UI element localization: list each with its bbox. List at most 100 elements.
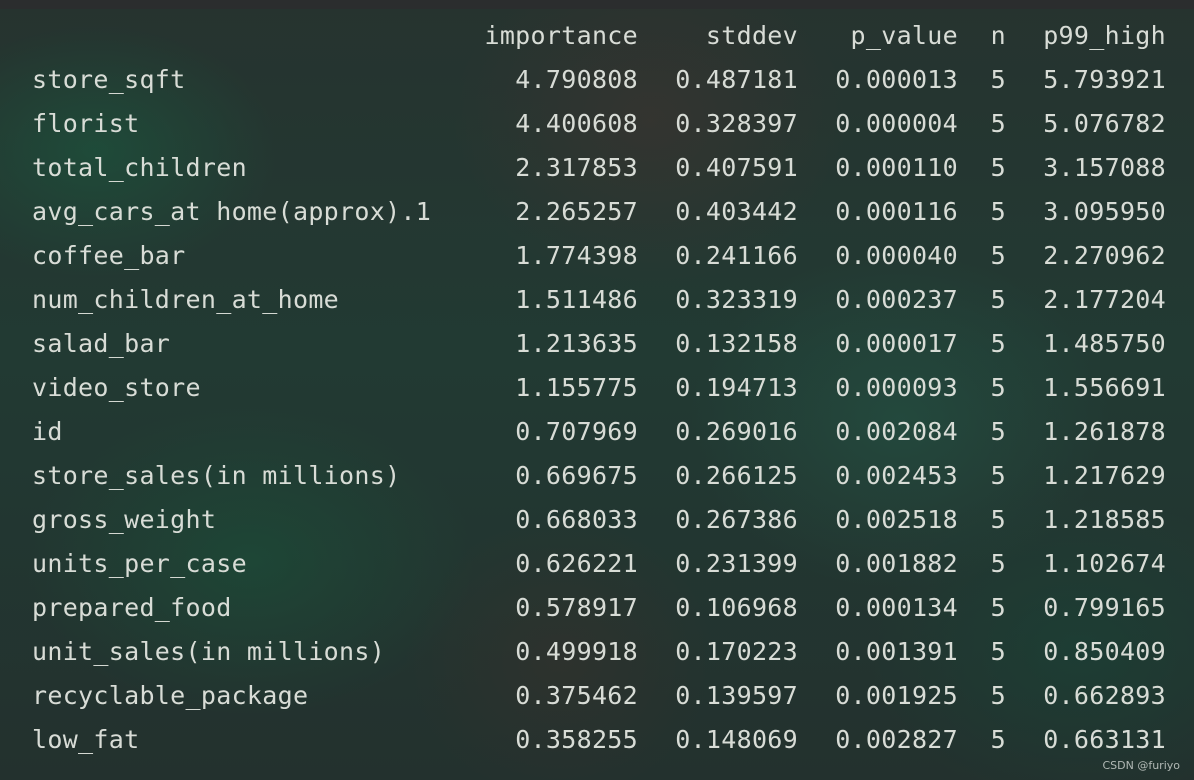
cell-n: 5 xyxy=(990,65,1006,94)
cell-p-value: 0.000013 xyxy=(835,65,958,94)
table-row: total_children 2.317853 0.407591 0.000110 5 3… xyxy=(0,146,1166,190)
cell-stddev: 0.269016 xyxy=(675,417,798,446)
cell-p-value: 0.000237 xyxy=(835,285,958,314)
table-row: low_fat 0.358255 0.148069 0.002827 5 0.663131 xyxy=(0,718,1166,762)
cell-p99-high: 0.850409 xyxy=(1043,637,1166,666)
cell-p-value: 0.002518 xyxy=(835,505,958,534)
header-row: importance stddev p_value n p99_high xyxy=(0,14,1166,58)
cell-n: 5 xyxy=(990,725,1006,754)
cell-stddev: 0.132158 xyxy=(675,329,798,358)
cell-p99-high: 1.556691 xyxy=(1043,373,1166,402)
cell-feature: num_children_at_home xyxy=(32,285,340,314)
cell-importance: 0.668033 xyxy=(515,505,638,534)
table-row: gross_weight 0.668033 0.267386 0.002518 5 1.2… xyxy=(0,498,1166,542)
cell-n: 5 xyxy=(990,153,1006,182)
cell-n: 5 xyxy=(990,549,1006,578)
cell-importance: 0.578917 xyxy=(515,593,638,622)
cell-feature: salad_bar xyxy=(32,329,171,358)
watermark: CSDN @furiyo xyxy=(1102,759,1180,772)
cell-p-value: 0.002827 xyxy=(835,725,958,754)
cell-n: 5 xyxy=(990,241,1006,270)
cell-p-value: 0.000017 xyxy=(835,329,958,358)
cell-importance: 1.511486 xyxy=(515,285,638,314)
cell-p-value: 0.000110 xyxy=(835,153,958,182)
table-row: avg_cars_at home(approx).1 2.265257 0.4034… xyxy=(0,190,1166,234)
cell-feature: total_children xyxy=(32,153,247,182)
cell-n: 5 xyxy=(990,285,1006,314)
cell-stddev: 0.267386 xyxy=(675,505,798,534)
cell-feature: low_fat xyxy=(32,725,140,754)
cell-stddev: 0.139597 xyxy=(675,681,798,710)
cell-p99-high: 2.177204 xyxy=(1043,285,1166,314)
cell-p99-high: 1.485750 xyxy=(1043,329,1166,358)
cell-importance: 0.707969 xyxy=(515,417,638,446)
cell-feature: gross_weight xyxy=(32,505,217,534)
cell-importance: 0.358255 xyxy=(515,725,638,754)
cell-n: 5 xyxy=(990,681,1006,710)
cell-p-value: 0.001925 xyxy=(835,681,958,710)
cell-p99-high: 1.217629 xyxy=(1043,461,1166,490)
feature-importance-table: importance stddev p_value n p99_high sto… xyxy=(0,14,1166,762)
cell-p-value: 0.000134 xyxy=(835,593,958,622)
cell-feature: unit_sales(in millions) xyxy=(32,637,386,666)
cell-feature: prepared_food xyxy=(32,593,232,622)
cell-importance: 4.400608 xyxy=(515,109,638,138)
cell-p99-high: 1.261878 xyxy=(1043,417,1166,446)
header-p99-high: p99_high xyxy=(1043,21,1166,50)
cell-p99-high: 5.076782 xyxy=(1043,109,1166,138)
table-row: id 0.707969 0.269016 0.002084 5 1.261878 xyxy=(0,410,1166,454)
cell-p-value: 0.000004 xyxy=(835,109,958,138)
table-body: store_sqft 4.790808 0.487181 0.000013 5 5.793… xyxy=(0,58,1166,762)
cell-importance: 4.790808 xyxy=(515,65,638,94)
cell-importance: 0.626221 xyxy=(515,549,638,578)
cell-importance: 2.317853 xyxy=(515,153,638,182)
cell-p99-high: 0.662893 xyxy=(1043,681,1166,710)
cell-p-value: 0.002084 xyxy=(835,417,958,446)
cell-importance: 0.499918 xyxy=(515,637,638,666)
cell-stddev: 0.407591 xyxy=(675,153,798,182)
table-row: num_children_at_home 1.511486 0.323319 0.00… xyxy=(0,278,1166,322)
cell-stddev: 0.403442 xyxy=(675,197,798,226)
cell-feature: store_sales(in millions) xyxy=(32,461,401,490)
cell-n: 5 xyxy=(990,109,1006,138)
cell-n: 5 xyxy=(990,461,1006,490)
table-row: prepared_food 0.578917 0.106968 0.000134 5 0.… xyxy=(0,586,1166,630)
cell-feature: id xyxy=(32,417,63,446)
header-stddev: stddev xyxy=(705,21,798,50)
cell-stddev: 0.266125 xyxy=(675,461,798,490)
cell-feature: coffee_bar xyxy=(32,241,186,270)
window-top-edge xyxy=(0,0,1194,9)
cell-p-value: 0.000040 xyxy=(835,241,958,270)
cell-n: 5 xyxy=(990,373,1006,402)
cell-stddev: 0.323319 xyxy=(675,285,798,314)
cell-p-value: 0.000093 xyxy=(835,373,958,402)
cell-stddev: 0.487181 xyxy=(675,65,798,94)
cell-n: 5 xyxy=(990,637,1006,666)
cell-p99-high: 5.793921 xyxy=(1043,65,1166,94)
header-n: n xyxy=(990,21,1006,50)
header-p-value: p_value xyxy=(850,21,958,50)
cell-stddev: 0.148069 xyxy=(675,725,798,754)
cell-p99-high: 3.157088 xyxy=(1043,153,1166,182)
table-row: store_sales(in millions) 0.669675 0.266125… xyxy=(0,454,1166,498)
cell-p-value: 0.001391 xyxy=(835,637,958,666)
table-row: coffee_bar 1.774398 0.241166 0.000040 5 2.270… xyxy=(0,234,1166,278)
table-header: importance stddev p_value n p99_high xyxy=(0,14,1166,58)
cell-p99-high: 2.270962 xyxy=(1043,241,1166,270)
cell-p99-high: 3.095950 xyxy=(1043,197,1166,226)
cell-p-value: 0.000116 xyxy=(835,197,958,226)
cell-n: 5 xyxy=(990,329,1006,358)
cell-importance: 0.375462 xyxy=(515,681,638,710)
table-row: recyclable_package 0.375462 0.139597 0.0019… xyxy=(0,674,1166,718)
cell-p99-high: 0.663131 xyxy=(1043,725,1166,754)
cell-feature: store_sqft xyxy=(32,65,186,94)
cell-p-value: 0.002453 xyxy=(835,461,958,490)
cell-feature: video_store xyxy=(32,373,201,402)
cell-feature: florist xyxy=(32,109,140,138)
cell-n: 5 xyxy=(990,593,1006,622)
table-row: unit_sales(in millions) 0.499918 0.170223 0… xyxy=(0,630,1166,674)
cell-importance: 2.265257 xyxy=(515,197,638,226)
table-row: video_store 1.155775 0.194713 0.000093 5 1.55… xyxy=(0,366,1166,410)
header-index xyxy=(0,14,478,58)
cell-importance: 0.669675 xyxy=(515,461,638,490)
